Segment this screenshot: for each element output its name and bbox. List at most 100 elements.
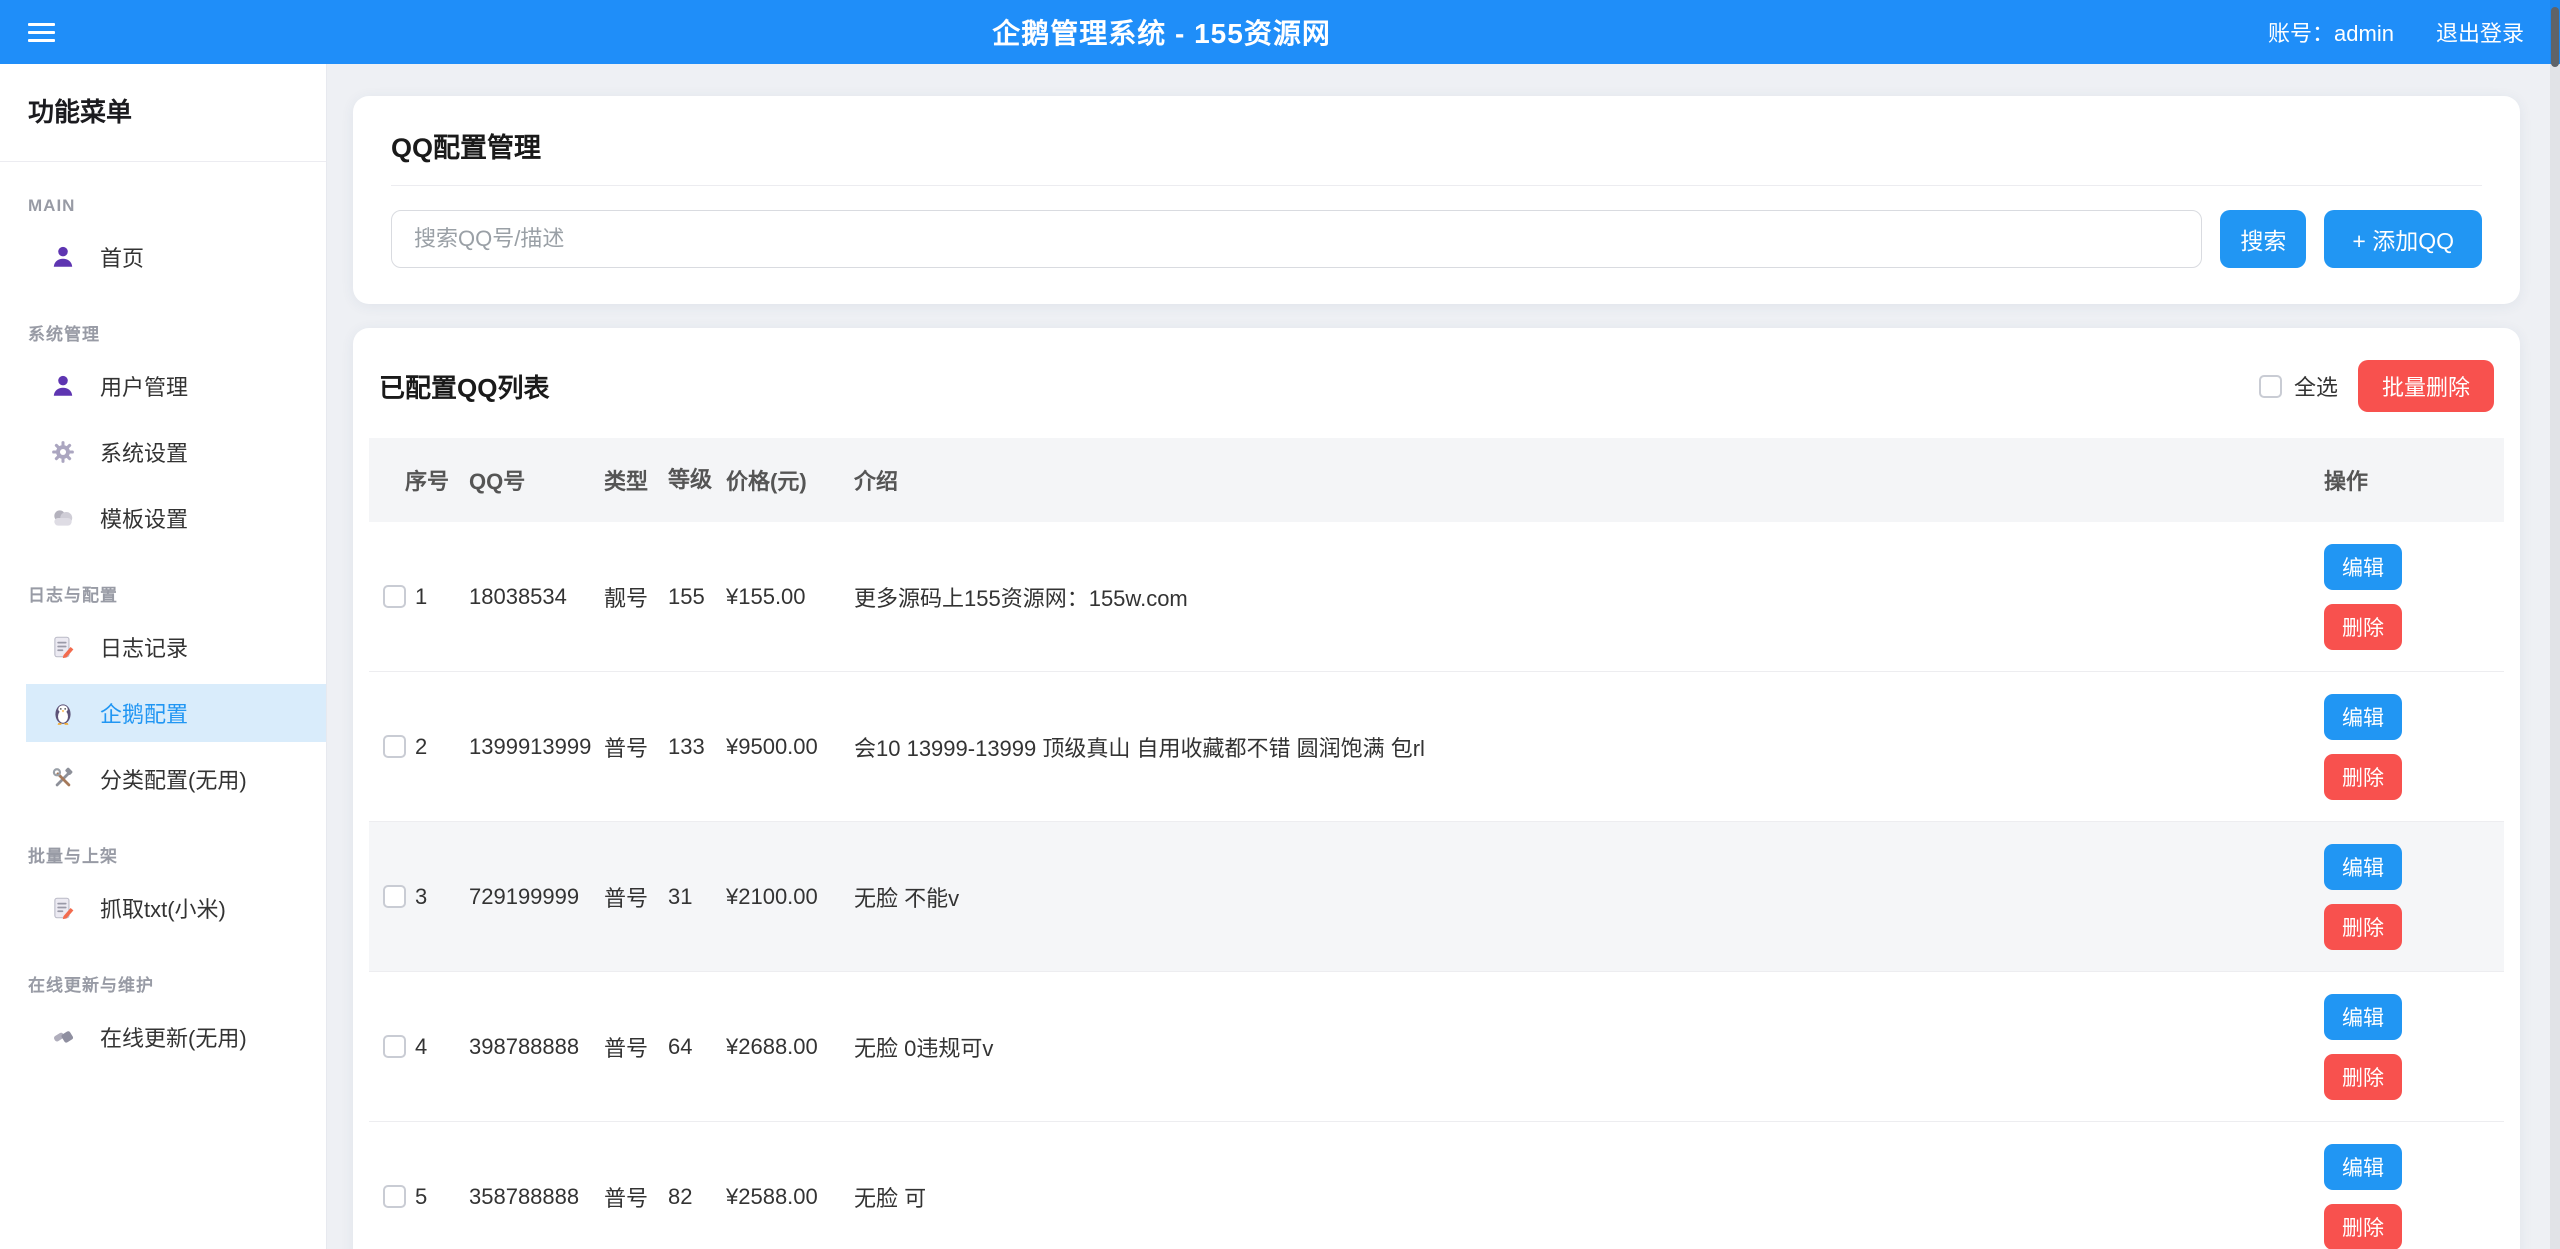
- cell-type: 普号: [604, 1181, 668, 1213]
- cell-level: 64: [668, 1032, 726, 1062]
- cell-index: 1: [415, 584, 427, 610]
- delete-button[interactable]: 删除: [2324, 604, 2402, 650]
- edit-button[interactable]: 编辑: [2324, 1144, 2402, 1190]
- qq-table: 序号 QQ号 类型 等级 价格(元) 介绍 操作 1 18038534 靓号 1…: [369, 438, 2504, 1249]
- sidebar-item-settings[interactable]: 系统设置: [0, 423, 326, 481]
- sidebar-item-label: 模板设置: [100, 502, 188, 534]
- sidebar-group-batch: 批量与上架 抓取txt(小米): [0, 842, 326, 937]
- list-card: 已配置QQ列表 全选 批量删除 序号 QQ号 类型 等级 价格(元) 介绍 操作: [353, 328, 2520, 1249]
- topbar-right: 账号：admin 退出登录: [2268, 16, 2524, 48]
- sidebar-group-update: 在线更新与维护 在线更新(无用): [0, 971, 326, 1066]
- sidebar-item-home[interactable]: 首页: [0, 228, 326, 286]
- sidebar-item-penguin-config[interactable]: 企鹅配置: [26, 684, 326, 742]
- cell-index: 2: [415, 734, 427, 760]
- user-icon: [48, 372, 78, 400]
- template-icon: [48, 504, 78, 532]
- divider: [391, 185, 2482, 186]
- cell-index: 3: [415, 884, 427, 910]
- cell-level: 82: [668, 1182, 726, 1212]
- cell-intro: 无脸 不能v: [854, 881, 2324, 913]
- col-intro: 介绍: [854, 464, 2324, 496]
- edit-button[interactable]: 编辑: [2324, 844, 2402, 890]
- search-card: QQ配置管理 搜索 + 添加QQ: [353, 96, 2520, 304]
- col-actions: 操作: [2324, 464, 2504, 496]
- sidebar-item-online-update[interactable]: 在线更新(无用): [0, 1008, 326, 1066]
- sidebar-group-main: MAIN 首页: [0, 196, 326, 286]
- table-row: 3 729199999 普号 31 ¥2100.00 无脸 不能v 编辑 删除: [369, 822, 2504, 972]
- row-checkbox[interactable]: [383, 1035, 406, 1058]
- sidebar-item-label: 企鹅配置: [100, 697, 188, 729]
- list-title: 已配置QQ列表: [379, 368, 549, 405]
- sidebar-item-label: 在线更新(无用): [100, 1021, 247, 1053]
- sidebar-item-template[interactable]: 模板设置: [0, 489, 326, 547]
- cell-type: 靓号: [604, 581, 668, 613]
- cell-level: 133: [668, 732, 726, 762]
- select-all-label: 全选: [2294, 370, 2338, 402]
- cell-level: 155: [668, 582, 726, 612]
- sidebar-group-label: MAIN: [0, 196, 326, 216]
- add-qq-button[interactable]: + 添加QQ: [2324, 210, 2482, 268]
- col-index: 序号: [369, 464, 469, 496]
- delete-button[interactable]: 删除: [2324, 1054, 2402, 1100]
- batch-delete-button[interactable]: 批量删除: [2358, 360, 2494, 412]
- cell-index: 4: [415, 1034, 427, 1060]
- search-button[interactable]: 搜索: [2220, 210, 2306, 268]
- sidebar-title: 功能菜单: [0, 64, 326, 161]
- row-checkbox[interactable]: [383, 1185, 406, 1208]
- table-header: 序号 QQ号 类型 等级 价格(元) 介绍 操作: [369, 438, 2504, 522]
- search-input[interactable]: [391, 210, 2202, 268]
- app-title: 企鹅管理系统 - 155资源网: [992, 12, 1331, 52]
- sidebar-group-logs: 日志与配置 日志记录 企鹅配置 分类配置(无用): [0, 581, 326, 808]
- menu-icon[interactable]: [28, 23, 55, 42]
- scrollbar-thumb[interactable]: [2551, 7, 2559, 67]
- sidebar-item-label: 抓取txt(小米): [100, 892, 226, 924]
- select-all-checkbox[interactable]: [2259, 375, 2282, 398]
- sidebar: 功能菜单 MAIN 首页 系统管理 用户管理 系统设置: [0, 64, 327, 1249]
- col-type: 类型: [604, 464, 668, 496]
- cell-qq: 1399913999: [469, 734, 604, 760]
- delete-button[interactable]: 删除: [2324, 904, 2402, 950]
- gear-icon: [48, 438, 78, 466]
- select-all: 全选: [2259, 370, 2338, 402]
- cell-type: 普号: [604, 881, 668, 913]
- scrollbar-track[interactable]: [2550, 0, 2560, 1249]
- main-content: QQ配置管理 搜索 + 添加QQ 已配置QQ列表 全选 批量删除 序号 QQ号 …: [327, 64, 2560, 1249]
- sidebar-group-label: 系统管理: [0, 320, 326, 345]
- cell-qq: 729199999: [469, 884, 604, 910]
- cell-price: ¥2588.00: [726, 1184, 854, 1210]
- sidebar-item-grab-txt[interactable]: 抓取txt(小米): [0, 879, 326, 937]
- table-row: 4 398788888 普号 64 ¥2688.00 无脸 0违规可v 编辑 删…: [369, 972, 2504, 1122]
- sidebar-group-system: 系统管理 用户管理 系统设置 模板设置: [0, 320, 326, 547]
- edit-button[interactable]: 编辑: [2324, 544, 2402, 590]
- cell-intro: 会10 13999-13999 顶级真山 自用收藏都不错 圆润饱满 包rl: [854, 731, 2324, 763]
- delete-button[interactable]: 删除: [2324, 754, 2402, 800]
- sidebar-item-label: 用户管理: [100, 370, 188, 402]
- cell-level: 31: [668, 882, 726, 912]
- cell-qq: 358788888: [469, 1184, 604, 1210]
- row-checkbox[interactable]: [383, 885, 406, 908]
- edit-button[interactable]: 编辑: [2324, 994, 2402, 1040]
- logout-button[interactable]: 退出登录: [2436, 16, 2524, 48]
- sidebar-divider: [0, 161, 326, 162]
- sidebar-group-label: 在线更新与维护: [0, 971, 326, 996]
- edit-button[interactable]: 编辑: [2324, 694, 2402, 740]
- topbar: 企鹅管理系统 - 155资源网 账号：admin 退出登录: [0, 0, 2560, 64]
- row-checkbox[interactable]: [383, 735, 406, 758]
- cell-index: 5: [415, 1184, 427, 1210]
- col-price: 价格(元): [726, 464, 854, 496]
- memo-icon: [48, 894, 78, 922]
- sidebar-item-category-config[interactable]: 分类配置(无用): [0, 750, 326, 808]
- sidebar-group-label: 日志与配置: [0, 581, 326, 606]
- cell-type: 普号: [604, 1031, 668, 1063]
- sidebar-item-users[interactable]: 用户管理: [0, 357, 326, 415]
- col-qq: QQ号: [469, 464, 604, 496]
- cell-price: ¥2688.00: [726, 1034, 854, 1060]
- table-row: 1 18038534 靓号 155 ¥155.00 更多源码上155资源网：15…: [369, 522, 2504, 672]
- delete-button[interactable]: 删除: [2324, 1204, 2402, 1249]
- account-label: 账号：admin: [2268, 16, 2394, 48]
- cell-price: ¥155.00: [726, 584, 854, 610]
- sidebar-item-log-records[interactable]: 日志记录: [0, 618, 326, 676]
- cell-intro: 无脸 可: [854, 1181, 2324, 1213]
- row-checkbox[interactable]: [383, 585, 406, 608]
- cell-intro: 更多源码上155资源网：155w.com: [854, 581, 2324, 613]
